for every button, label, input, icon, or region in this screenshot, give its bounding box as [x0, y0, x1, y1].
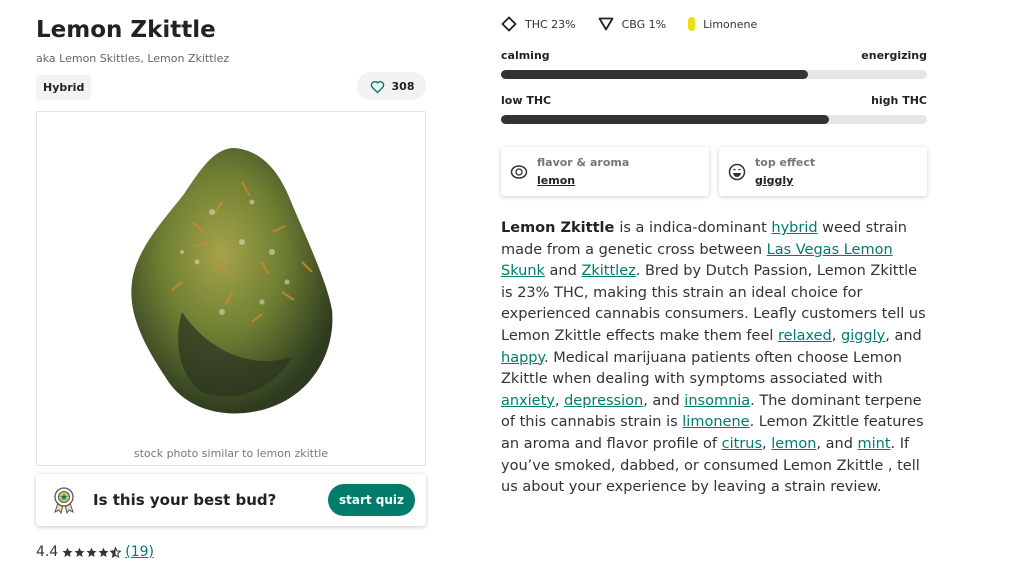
half-star-icon — [110, 546, 122, 558]
limonene-dot-icon — [688, 17, 696, 31]
effect-card-label: top effect — [755, 156, 816, 169]
symptom-link[interactable]: insomnia — [684, 393, 750, 409]
star-icon — [86, 547, 97, 557]
strain-title: Lemon Zkittle — [36, 17, 216, 43]
effect-card-value[interactable]: giggly — [755, 174, 793, 187]
strain-description: Lemon Zkittle is a indica-dominant hybri… — [501, 220, 926, 496]
photo-caption: stock photo similar to lemon zkittle — [133, 447, 329, 460]
quiz-card: Is this your best bud? start quiz — [36, 474, 426, 526]
laughing-face-icon — [728, 163, 746, 181]
strain-photo: stock photo similar to lemon zkittle — [36, 111, 426, 466]
symptom-link[interactable]: depression — [564, 393, 643, 409]
like-count: 308 — [391, 79, 415, 93]
slider-right-label: energizing — [861, 49, 927, 62]
quiz-prompt: Is this your best bud? — [93, 491, 277, 509]
symptom-link[interactable]: anxiety — [501, 393, 555, 409]
rating-score: 4.4 — [36, 544, 59, 560]
hybrid-link[interactable]: hybrid — [771, 220, 817, 236]
effect-link[interactable]: giggly — [841, 328, 885, 344]
description-strain-name: Lemon Zkittle — [501, 220, 620, 236]
star-rating — [62, 546, 122, 558]
terpene-label: Limonene — [703, 17, 758, 31]
cbg-chip: CBG 1% — [598, 17, 667, 31]
effect-link[interactable]: relaxed — [778, 328, 832, 344]
strain-type-badge: Hybrid — [36, 75, 92, 100]
diamond-icon — [501, 16, 517, 32]
lemon-slice-icon — [510, 165, 528, 179]
heart-icon — [370, 80, 384, 93]
thc-slider: low THC high THC — [501, 94, 927, 124]
cannabis-bud-image — [131, 148, 333, 414]
star-icon — [62, 547, 73, 557]
flavor-link[interactable]: citrus — [722, 436, 762, 452]
slider-track — [501, 70, 927, 79]
slider-fill — [501, 70, 808, 79]
flavor-link[interactable]: lemon — [771, 436, 816, 452]
effect-slider: calming energizing — [501, 49, 927, 79]
slider-fill — [501, 115, 830, 124]
effect-link[interactable]: happy — [501, 350, 544, 366]
star-icon — [98, 547, 109, 557]
rating-row: 4.4 (19) — [36, 543, 154, 561]
flavor-card-label: flavor & aroma — [537, 156, 630, 169]
star-icon — [74, 547, 85, 557]
slider-right-label: high THC — [871, 94, 927, 107]
effect-card[interactable]: top effect giggly — [719, 147, 927, 196]
slider-left-label: low THC — [501, 94, 552, 107]
triangle-icon — [598, 17, 614, 31]
cbg-label: CBG 1% — [621, 17, 667, 31]
terpene-link[interactable]: limonene — [682, 414, 749, 430]
thc-label: THC 23% — [525, 17, 576, 31]
slider-track — [501, 115, 927, 124]
like-button[interactable]: 308 — [357, 72, 426, 100]
award-ribbon-icon — [54, 487, 74, 514]
review-count-link[interactable]: (19) — [125, 544, 154, 560]
slider-left-label: calming — [501, 49, 550, 62]
thc-chip: THC 23% — [501, 16, 576, 32]
terpene-chip: Limonene — [688, 17, 757, 31]
flavor-link[interactable]: mint — [858, 436, 891, 452]
flavor-card-value[interactable]: lemon — [537, 174, 575, 187]
start-quiz-button[interactable]: start quiz — [328, 484, 415, 516]
strain-aka: aka Lemon Skittles, Lemon Zkittlez — [36, 52, 230, 65]
chemical-profile: THC 23% CBG 1% Limonene — [501, 16, 779, 32]
parent-strain-link[interactable]: Zkittlez — [581, 263, 635, 279]
flavor-card[interactable]: flavor & aroma lemon — [501, 147, 709, 196]
